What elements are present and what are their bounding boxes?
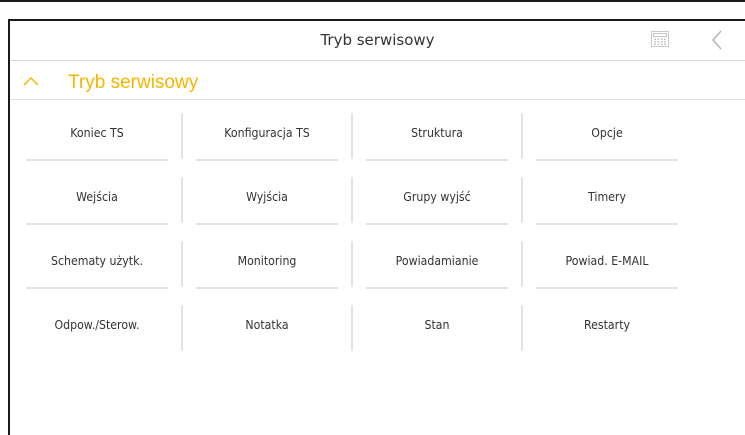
- menu-item-label: Opcje: [591, 125, 623, 140]
- menu-item-notatka[interactable]: Notatka: [196, 305, 338, 353]
- page-title: Tryb serwisowy: [320, 31, 435, 49]
- menu-item-wyjscia[interactable]: Wyjścia: [196, 177, 338, 225]
- menu-item-monitoring[interactable]: Monitoring: [196, 241, 338, 289]
- menu-item-label: Wyjścia: [246, 189, 288, 204]
- menu-item-label: Powiadamianie: [395, 253, 479, 268]
- menu-grid: Koniec TS Konfiguracja TS Struktura Opcj…: [26, 113, 726, 361]
- column-separator: [521, 305, 523, 351]
- divider: [26, 287, 168, 289]
- divider: [196, 223, 338, 225]
- menu-item-odpow-sterow[interactable]: Odpow./Sterow.: [26, 305, 168, 353]
- header-bar: Tryb serwisowy: [10, 21, 745, 61]
- menu-item-struktura[interactable]: Struktura: [366, 113, 508, 161]
- menu-item-label: Timery: [588, 189, 626, 204]
- section-title: Tryb serwisowy: [68, 72, 199, 93]
- menu-item-label: Restarty: [583, 317, 631, 332]
- menu-item-label: Konfiguracja TS: [224, 125, 310, 140]
- menu-item-koniec-ts[interactable]: Koniec TS: [26, 113, 168, 161]
- chevron-up-icon[interactable]: [22, 75, 40, 87]
- column-separator: [521, 177, 523, 223]
- menu-item-powiadamianie[interactable]: Powiadamianie: [366, 241, 508, 289]
- screen: Tryb serwisowy Tryb serwisowy Koniec TS …: [8, 19, 745, 435]
- menu-item-timery[interactable]: Timery: [536, 177, 678, 225]
- divider: [536, 159, 678, 161]
- menu-item-powiad-email[interactable]: Powiad. E-MAIL: [536, 241, 678, 289]
- menu-item-label: Monitoring: [237, 253, 297, 268]
- menu-item-label: Wejścia: [76, 189, 118, 204]
- menu-item-label: Stan: [424, 317, 450, 332]
- keypad-icon[interactable]: [651, 31, 669, 47]
- menu-item-label: Notatka: [245, 317, 289, 332]
- menu-item-label: Odpow./Sterow.: [54, 317, 140, 332]
- divider: [536, 223, 678, 225]
- divider: [26, 159, 168, 161]
- divider: [366, 223, 508, 225]
- chevron-left-icon[interactable]: [710, 29, 724, 51]
- menu-item-label: Koniec TS: [70, 125, 124, 140]
- column-separator: [351, 241, 353, 287]
- menu-item-label: Struktura: [411, 125, 463, 140]
- column-separator: [521, 113, 523, 159]
- column-separator: [181, 177, 183, 223]
- column-separator: [351, 305, 353, 351]
- device-frame: Tryb serwisowy Tryb serwisowy Koniec TS …: [0, 0, 745, 435]
- column-separator: [181, 113, 183, 159]
- divider: [536, 287, 678, 289]
- menu-item-opcje[interactable]: Opcje: [536, 113, 678, 161]
- menu-item-schematy-uzytk[interactable]: Schematy użytk.: [26, 241, 168, 289]
- section-header[interactable]: Tryb serwisowy: [10, 67, 745, 100]
- divider: [196, 287, 338, 289]
- menu-item-stan[interactable]: Stan: [366, 305, 508, 353]
- menu-item-restarty[interactable]: Restarty: [536, 305, 678, 353]
- divider: [366, 287, 508, 289]
- column-separator: [351, 113, 353, 159]
- menu-item-wejscia[interactable]: Wejścia: [26, 177, 168, 225]
- menu-item-label: Schematy użytk.: [51, 253, 143, 268]
- column-separator: [521, 241, 523, 287]
- divider: [366, 159, 508, 161]
- column-separator: [181, 305, 183, 351]
- menu-item-label: Powiad. E-MAIL: [565, 253, 649, 268]
- divider: [26, 223, 168, 225]
- column-separator: [351, 177, 353, 223]
- menu-item-grupy-wyjsc[interactable]: Grupy wyjść: [366, 177, 508, 225]
- menu-item-konfiguracja-ts[interactable]: Konfiguracja TS: [196, 113, 338, 161]
- menu-item-label: Grupy wyjść: [403, 189, 471, 204]
- divider: [196, 159, 338, 161]
- column-separator: [181, 241, 183, 287]
